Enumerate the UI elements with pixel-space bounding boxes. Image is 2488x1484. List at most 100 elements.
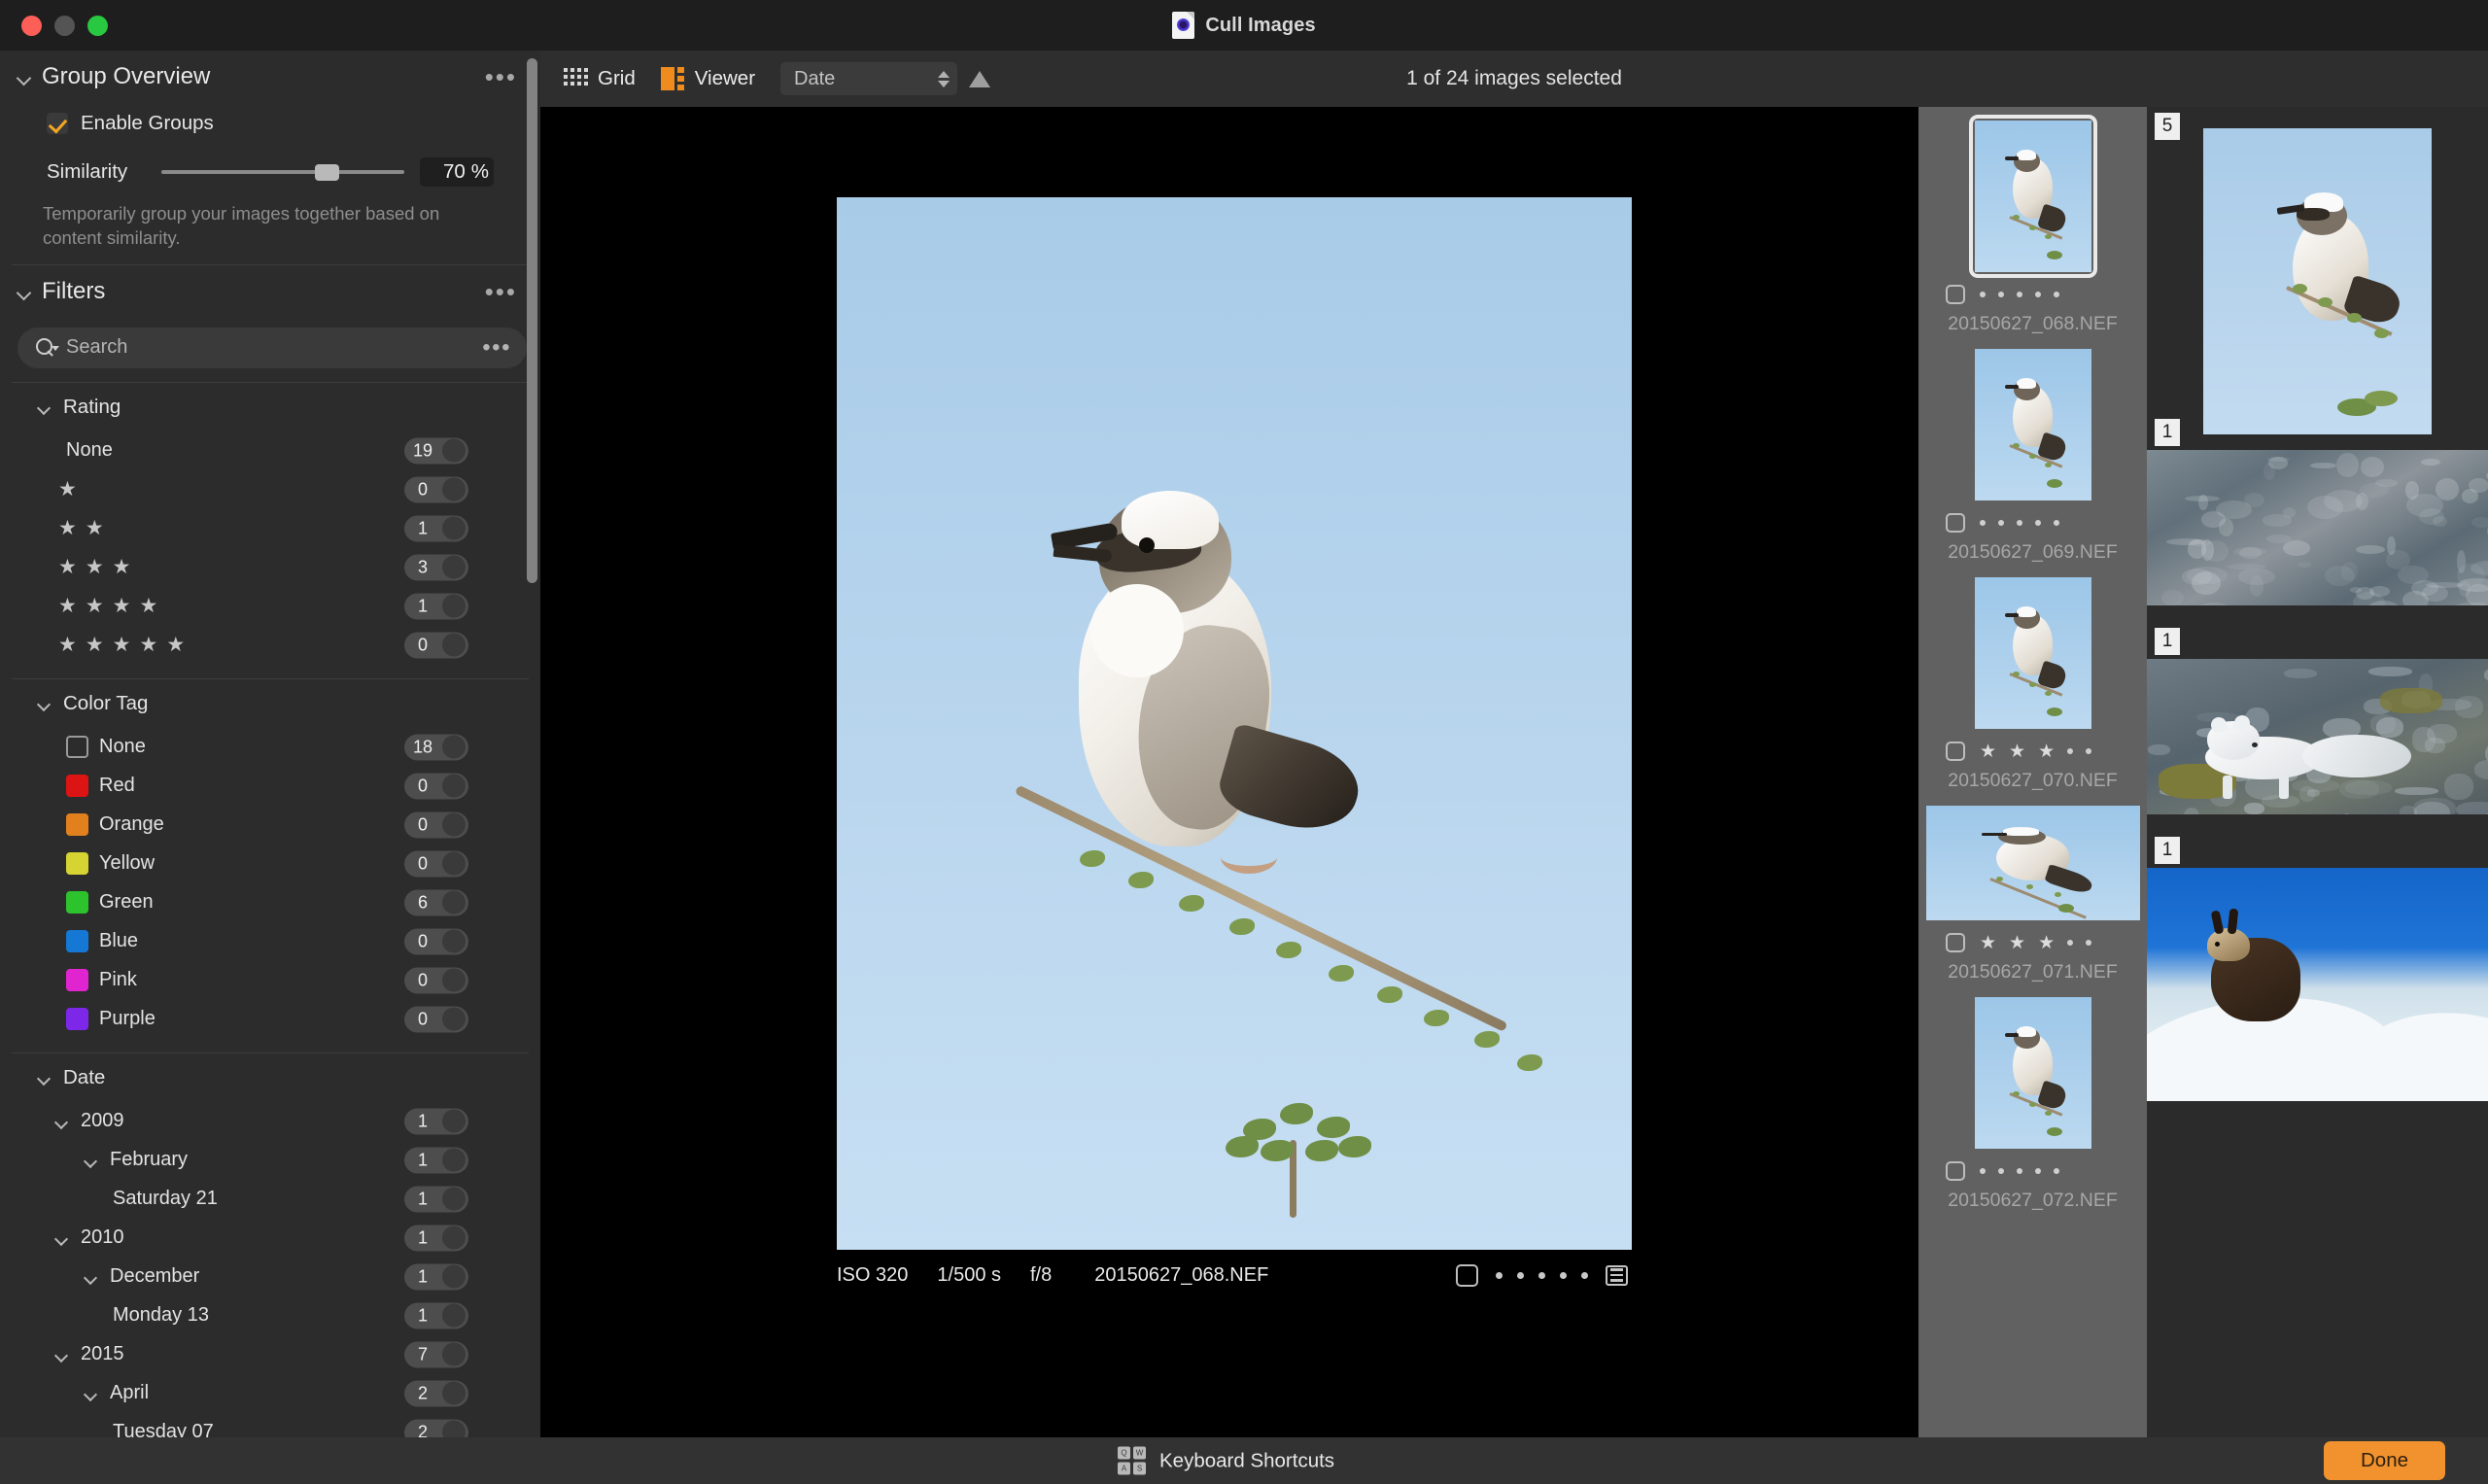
group-image[interactable] (2147, 659, 2488, 814)
filter-row[interactable]: ★ ★ 1 (0, 509, 540, 548)
filter-count-toggle[interactable]: 18 (404, 734, 468, 760)
rating-dot[interactable] (2017, 520, 2022, 526)
filter-count-toggle[interactable]: 1 (404, 1302, 468, 1329)
sidebar-scrollbar-thumb[interactable] (527, 58, 537, 583)
group-image[interactable] (2147, 450, 2488, 605)
done-button[interactable]: Done (2324, 1441, 2445, 1480)
rating-control[interactable] (1980, 520, 2059, 526)
toggle-knob[interactable] (442, 556, 466, 579)
filter-count-toggle[interactable]: 1 (404, 515, 468, 541)
group-overview-header[interactable]: Group Overview ••• (0, 51, 540, 103)
chevron-down-icon[interactable] (52, 346, 59, 351)
toggle-knob[interactable] (442, 969, 466, 992)
filter-row[interactable]: 2010 1 (0, 1219, 540, 1258)
rating-dot[interactable] (2054, 292, 2059, 297)
filter-count-toggle[interactable]: 2 (404, 1380, 468, 1406)
filters-header[interactable]: Filters ••• (0, 265, 540, 318)
filmstrip[interactable]: 20150627_068.NEF 20150627_069.NEF ★ ★ ★ 20150… (1918, 107, 2147, 1437)
color-tag-checkbox[interactable] (1946, 1161, 1965, 1181)
toggle-knob[interactable] (442, 595, 466, 618)
filmstrip-thumbnail[interactable] (1975, 121, 2091, 272)
rating-dot[interactable] (1538, 1272, 1545, 1279)
filter-row[interactable]: Orange 0 (0, 806, 540, 845)
toggle-knob[interactable] (442, 1343, 466, 1366)
toggle-knob[interactable] (442, 775, 466, 798)
rating-dot[interactable] (1560, 1272, 1567, 1279)
filter-count-toggle[interactable]: 1 (404, 1147, 468, 1173)
rating-control[interactable]: ★ ★ ★ (1980, 934, 2091, 952)
filmstrip-item[interactable]: 20150627_068.NEF (1918, 107, 2147, 335)
filter-row[interactable]: Purple 0 (0, 1000, 540, 1039)
filter-count-toggle[interactable]: 0 (404, 773, 468, 799)
rating-dot[interactable] (2067, 748, 2073, 754)
filter-count-toggle[interactable]: 1 (404, 1186, 468, 1212)
rating-dot[interactable] (1980, 292, 1986, 297)
chevron-up-down-icon[interactable] (938, 71, 950, 87)
chevron-down-icon[interactable] (16, 68, 33, 86)
filter-row[interactable]: None 19 (0, 431, 540, 470)
rating-dot[interactable] (1980, 520, 1986, 526)
color-tag-checkbox[interactable] (1456, 1264, 1478, 1287)
toggle-knob[interactable] (442, 852, 466, 876)
filter-row[interactable]: Blue 0 (0, 922, 540, 961)
toggle-knob[interactable] (442, 1304, 466, 1328)
rating-dot[interactable] (2017, 292, 2022, 297)
chevron-down-icon[interactable] (84, 1153, 99, 1168)
toggle-knob[interactable] (442, 634, 466, 657)
filmstrip-item[interactable]: ★ ★ ★ 20150627_071.NEF (1918, 792, 2147, 984)
group-image[interactable] (2203, 128, 2432, 434)
rating-dot[interactable] (2017, 1168, 2022, 1174)
star-icon[interactable]: ★ (2038, 742, 2055, 761)
search-icon[interactable] (35, 337, 56, 359)
toggle-knob[interactable] (442, 930, 466, 953)
filter-count-toggle[interactable]: 2 (404, 1419, 468, 1437)
group-panel-item[interactable]: 1 (2147, 413, 2488, 622)
color-tag-checkbox[interactable] (1946, 285, 1965, 304)
filter-row[interactable]: February 1 (0, 1141, 540, 1180)
similarity-slider[interactable] (161, 161, 404, 183)
star-icon[interactable]: ★ (1980, 742, 1996, 761)
toggle-knob[interactable] (442, 1149, 466, 1172)
filmstrip-thumbnail[interactable] (1975, 997, 2091, 1149)
toggle-knob[interactable] (442, 1226, 466, 1250)
main-photo[interactable] (837, 197, 1632, 1250)
filter-row[interactable]: December 1 (0, 1258, 540, 1296)
rating-dot[interactable] (2054, 520, 2059, 526)
toggle-knob[interactable] (442, 517, 466, 540)
color-tag-checkbox[interactable] (1946, 513, 1965, 533)
filter-row[interactable]: ★ ★ ★ ★ ★ 0 (0, 626, 540, 665)
rating-dot[interactable] (2054, 1168, 2059, 1174)
filter-count-toggle[interactable]: 0 (404, 850, 468, 877)
rating-control[interactable] (1980, 292, 2059, 297)
filter-count-toggle[interactable]: 1 (404, 1263, 468, 1290)
toggle-knob[interactable] (442, 891, 466, 915)
filter-count-toggle[interactable]: 0 (404, 1006, 468, 1032)
rating-dot[interactable] (2035, 520, 2041, 526)
toggle-knob[interactable] (442, 1110, 466, 1133)
metadata-list-icon[interactable] (1606, 1265, 1628, 1286)
search-more-button[interactable]: ••• (482, 344, 511, 352)
filter-row[interactable]: None 18 (0, 728, 540, 767)
rating-dot[interactable] (2067, 940, 2073, 946)
filter-group-header-rating[interactable]: Rating (0, 383, 540, 431)
rating-dot[interactable] (1517, 1272, 1524, 1279)
filmstrip-item[interactable]: 20150627_069.NEF (1918, 335, 2147, 564)
search-input[interactable] (66, 336, 482, 359)
group-panel[interactable]: 5111 (2147, 107, 2488, 1437)
rating-dot[interactable] (1998, 520, 2004, 526)
filter-row[interactable]: Yellow 0 (0, 845, 540, 883)
group-panel-item[interactable]: 1 (2147, 622, 2488, 831)
filmstrip-item[interactable]: ★ ★ ★ 20150627_070.NEF (1918, 564, 2147, 792)
rating-dot[interactable] (2086, 748, 2091, 754)
toggle-knob[interactable] (442, 439, 466, 463)
chevron-down-icon[interactable] (37, 399, 52, 415)
filter-row[interactable]: April 2 (0, 1374, 540, 1413)
filter-row[interactable]: 2009 1 (0, 1102, 540, 1141)
group-overview-more-button[interactable]: ••• (481, 64, 521, 89)
chevron-down-icon[interactable] (84, 1269, 99, 1285)
toggle-knob[interactable] (442, 478, 466, 501)
chevron-down-icon[interactable] (54, 1114, 70, 1129)
chevron-down-icon[interactable] (54, 1347, 70, 1363)
star-icon[interactable]: ★ (2009, 934, 2025, 952)
star-icon[interactable]: ★ (2038, 934, 2055, 952)
